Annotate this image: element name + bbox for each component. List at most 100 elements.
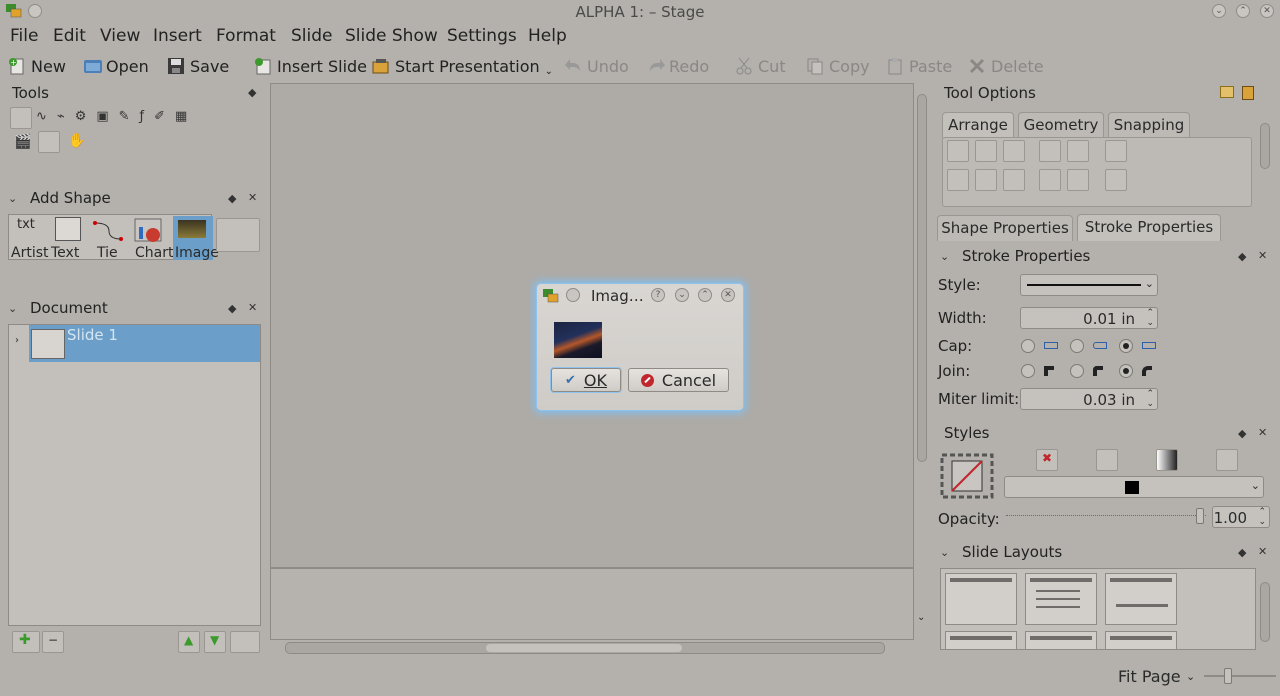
align-top-icon[interactable]: [947, 169, 969, 191]
animation-tool-icon[interactable]: 🎬: [14, 134, 31, 150]
minimize-button[interactable]: ⌄: [1212, 4, 1226, 18]
cancel-button[interactable]: Cancel: [628, 368, 729, 392]
menu-insert[interactable]: Insert: [153, 26, 202, 46]
panel-close-icon[interactable]: ✕: [1258, 249, 1267, 262]
cut-button[interactable]: Cut: [735, 54, 786, 78]
minimize-button[interactable]: ⌄: [675, 288, 689, 302]
shape-tie[interactable]: Tie: [91, 217, 129, 261]
spin-arrows-icon[interactable]: ⌃ ⌄: [1146, 389, 1154, 409]
tab-snapping[interactable]: Snapping: [1108, 112, 1190, 138]
tab-arrange[interactable]: Arrange: [942, 112, 1014, 138]
layout-title-only[interactable]: [945, 573, 1017, 625]
vertical-scrollbar[interactable]: [917, 94, 927, 462]
stroke-fill-preview[interactable]: [940, 451, 994, 499]
miter-limit-spinbox[interactable]: 0.03 in ⌃ ⌄: [1020, 388, 1158, 410]
new-button[interactable]: + New: [8, 54, 66, 78]
panel-close-icon[interactable]: ✕: [1258, 545, 1267, 558]
maximize-button[interactable]: ⌃: [1236, 4, 1250, 18]
select-tool-icon[interactable]: [10, 107, 32, 129]
align-bottom-icon[interactable]: [1003, 169, 1025, 191]
layout-title-bullets[interactable]: [1025, 573, 1097, 625]
lock-icon[interactable]: [1242, 86, 1254, 100]
raise-icon[interactable]: [1067, 140, 1089, 162]
close-button[interactable]: ✕: [1260, 4, 1274, 18]
align-center-icon[interactable]: [975, 140, 997, 162]
panel-collapse-icon[interactable]: ⌄: [8, 302, 17, 315]
bring-forward-icon[interactable]: [1039, 140, 1061, 162]
layouts-scrollbar[interactable]: [1260, 582, 1270, 642]
move-up-button[interactable]: ▲: [178, 631, 200, 653]
more-shapes-button[interactable]: [216, 218, 260, 252]
paste-button[interactable]: Paste: [886, 54, 952, 78]
shape-artist[interactable]: txt Artist: [11, 217, 49, 261]
help-icon[interactable]: ?: [651, 288, 665, 302]
tab-geometry[interactable]: Geometry: [1018, 112, 1104, 138]
shape-chart[interactable]: Chart: [131, 217, 173, 261]
cap-flat-radio[interactable]: [1021, 339, 1035, 353]
undo-button[interactable]: Undo: [564, 54, 629, 78]
panel-collapse-icon[interactable]: ⌄: [940, 546, 949, 559]
shape-text[interactable]: Text: [51, 217, 89, 261]
tab-stroke-properties[interactable]: Stroke Properties: [1077, 214, 1221, 241]
menu-settings[interactable]: Settings: [447, 26, 517, 46]
notes-area[interactable]: [270, 568, 914, 640]
spin-arrows-icon[interactable]: ⌃ ⌄: [1258, 507, 1266, 527]
panel-float-icon[interactable]: ◆: [228, 192, 236, 205]
align-middle-icon[interactable]: [975, 169, 997, 191]
pattern-fill-icon[interactable]: [1216, 449, 1238, 471]
panel-float-icon[interactable]: ◆: [1238, 250, 1246, 263]
join-round-radio[interactable]: [1070, 364, 1084, 378]
no-fill-icon[interactable]: ✖: [1036, 449, 1058, 471]
layout-chart[interactable]: [1025, 631, 1097, 649]
pan-tool-icon[interactable]: ✋: [68, 133, 85, 149]
layout-two-column[interactable]: [945, 631, 1017, 649]
gradient-fill-icon[interactable]: [1156, 449, 1178, 471]
menu-view[interactable]: View: [100, 26, 140, 46]
panel-float-icon[interactable]: ◆: [1238, 546, 1246, 559]
color-select[interactable]: ⌄: [1004, 476, 1264, 498]
zoom-slider[interactable]: [1204, 668, 1276, 684]
group-icon[interactable]: [1105, 140, 1127, 162]
layout-title-centered[interactable]: [1105, 573, 1177, 625]
cap-square-radio[interactable]: [1119, 339, 1133, 353]
send-backward-icon[interactable]: [1039, 169, 1061, 191]
remove-slide-button[interactable]: −: [42, 631, 64, 653]
redo-button[interactable]: Redo: [646, 54, 709, 78]
expand-arrow-icon[interactable]: ›: [15, 335, 19, 346]
menu-slide-show[interactable]: Slide Show: [345, 26, 438, 46]
solid-fill-icon[interactable]: [1096, 449, 1118, 471]
panel-collapse-icon[interactable]: ⌄: [8, 192, 17, 205]
shape-image[interactable]: Image: [173, 216, 219, 261]
view-mode-button[interactable]: [230, 631, 260, 653]
zoom-slider-handle[interactable]: [1224, 668, 1232, 684]
open-button[interactable]: Open: [83, 54, 149, 78]
folder-icon[interactable]: [1220, 86, 1234, 98]
opacity-spinbox[interactable]: 1.00 ⌃ ⌄: [1212, 506, 1270, 528]
dialog-menu-button[interactable]: [566, 288, 580, 302]
opacity-slider[interactable]: [1006, 508, 1206, 524]
copy-button[interactable]: Copy: [806, 54, 870, 78]
panel-float-icon[interactable]: ◆: [1238, 427, 1246, 440]
align-right-icon[interactable]: [1003, 140, 1025, 162]
menu-format[interactable]: Format: [216, 26, 276, 46]
scroll-down-icon[interactable]: ⌄: [917, 612, 925, 623]
align-left-icon[interactable]: [947, 140, 969, 162]
start-presentation-button[interactable]: Start Presentation ⌄: [372, 54, 553, 78]
lower-icon[interactable]: [1067, 169, 1089, 191]
width-spinbox[interactable]: 0.01 in ⌃ ⌄: [1020, 307, 1158, 329]
move-down-button[interactable]: ▼: [204, 631, 226, 653]
panel-float-icon[interactable]: ◆: [228, 302, 236, 315]
maximize-button[interactable]: ⌃: [698, 288, 712, 302]
panel-close-icon[interactable]: ✕: [248, 301, 257, 314]
layout-image[interactable]: [1105, 631, 1177, 649]
panel-float-icon[interactable]: ◆: [248, 86, 256, 99]
tool-options-scrollbar[interactable]: [1260, 123, 1270, 169]
spin-arrows-icon[interactable]: ⌃ ⌄: [1146, 308, 1154, 328]
join-bevel-radio[interactable]: [1119, 364, 1133, 378]
zoom-select[interactable]: Fit Page: [1118, 667, 1181, 686]
slide-list-item[interactable]: Slide 1: [29, 325, 260, 362]
delete-button[interactable]: Delete: [968, 54, 1044, 78]
menu-slide[interactable]: Slide: [291, 26, 333, 46]
ok-button[interactable]: ✔ OK: [551, 368, 621, 392]
shape-tools-row[interactable]: ∿⌁⚙▣✎ƒ✐▦: [36, 109, 197, 124]
